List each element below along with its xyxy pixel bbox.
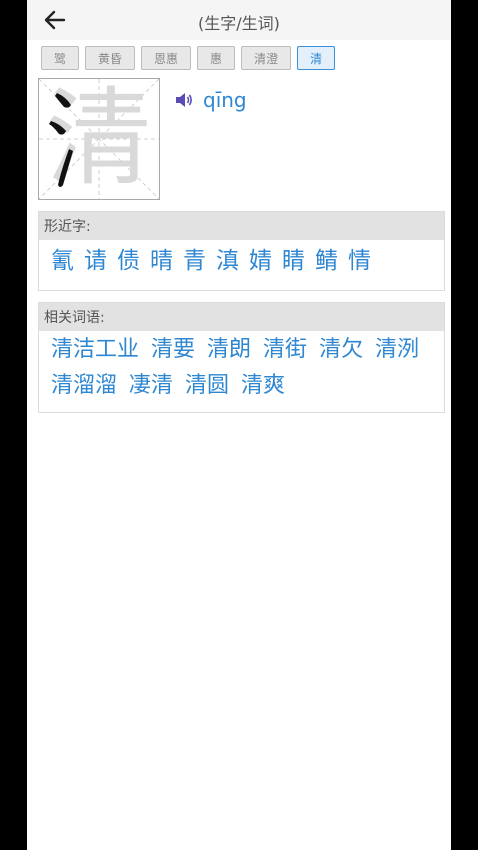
similar-characters-list: 氰 请 债 晴 青 滇 婧 睛 鲭 情 bbox=[39, 240, 444, 290]
similar-char[interactable]: 晴 bbox=[150, 246, 173, 290]
related-words-header: 相关词语: bbox=[39, 303, 444, 331]
related-words-list: 清洁工业 清要 清朗 清街 清欠 清洌 清溜溜 凄清 清圆 清爽 bbox=[39, 331, 439, 407]
word-tabs: 鹭 黄昏 恩惠 惠 清澄 清 bbox=[41, 46, 336, 72]
tab-word-2[interactable]: 黄昏 bbox=[85, 46, 136, 70]
related-word[interactable]: 清欠 bbox=[319, 335, 363, 365]
page-title: (生字/生词) bbox=[198, 14, 280, 33]
related-word[interactable]: 清爽 bbox=[241, 371, 285, 401]
related-word[interactable]: 清洌 bbox=[375, 335, 419, 365]
similar-char[interactable]: 青 bbox=[183, 246, 206, 290]
tab-word-5[interactable]: 清澄 bbox=[241, 46, 292, 70]
similar-char[interactable]: 滇 bbox=[216, 246, 239, 290]
tab-word-3[interactable]: 恩惠 bbox=[141, 46, 192, 70]
stroke-order-box[interactable]: 清 bbox=[38, 78, 160, 200]
related-word[interactable]: 清洁工业 bbox=[51, 335, 139, 365]
related-word[interactable]: 清朗 bbox=[207, 335, 251, 365]
tab-word-1[interactable]: 鹭 bbox=[41, 46, 80, 70]
similar-char[interactable]: 债 bbox=[117, 246, 140, 290]
speaker-icon bbox=[176, 93, 192, 107]
similar-characters-section: 形近字: 氰 请 债 晴 青 滇 婧 睛 鲭 情 bbox=[38, 211, 445, 291]
related-word[interactable]: 清溜溜 bbox=[51, 371, 117, 401]
app-screen: (生字/生词) 鹭 黄昏 恩惠 惠 清澄 清 清 qīng 形近字: 氰 请 债… bbox=[27, 0, 451, 850]
related-word[interactable]: 清街 bbox=[263, 335, 307, 365]
related-word[interactable]: 清要 bbox=[151, 335, 195, 365]
similar-char[interactable]: 请 bbox=[84, 246, 107, 290]
stroke-progress bbox=[49, 93, 73, 187]
similar-characters-header: 形近字: bbox=[39, 212, 444, 240]
speaker-button[interactable] bbox=[175, 90, 195, 110]
tab-word-4[interactable]: 惠 bbox=[197, 46, 236, 70]
similar-char[interactable]: 氰 bbox=[51, 246, 74, 290]
top-bar: (生字/生词) bbox=[27, 0, 451, 40]
related-word[interactable]: 清圆 bbox=[185, 371, 229, 401]
similar-char[interactable]: 婧 bbox=[249, 246, 272, 290]
similar-char[interactable]: 鲭 bbox=[315, 246, 338, 290]
tab-word-6[interactable]: 清 bbox=[297, 46, 336, 70]
pinyin-text: qīng bbox=[203, 88, 247, 112]
similar-char[interactable]: 情 bbox=[348, 246, 371, 290]
pinyin-row: qīng bbox=[175, 88, 247, 112]
similar-char[interactable]: 睛 bbox=[282, 246, 305, 290]
related-words-section: 相关词语: 清洁工业 清要 清朗 清街 清欠 清洌 清溜溜 凄清 清圆 清爽 bbox=[38, 302, 445, 413]
related-word[interactable]: 凄清 bbox=[129, 371, 173, 401]
